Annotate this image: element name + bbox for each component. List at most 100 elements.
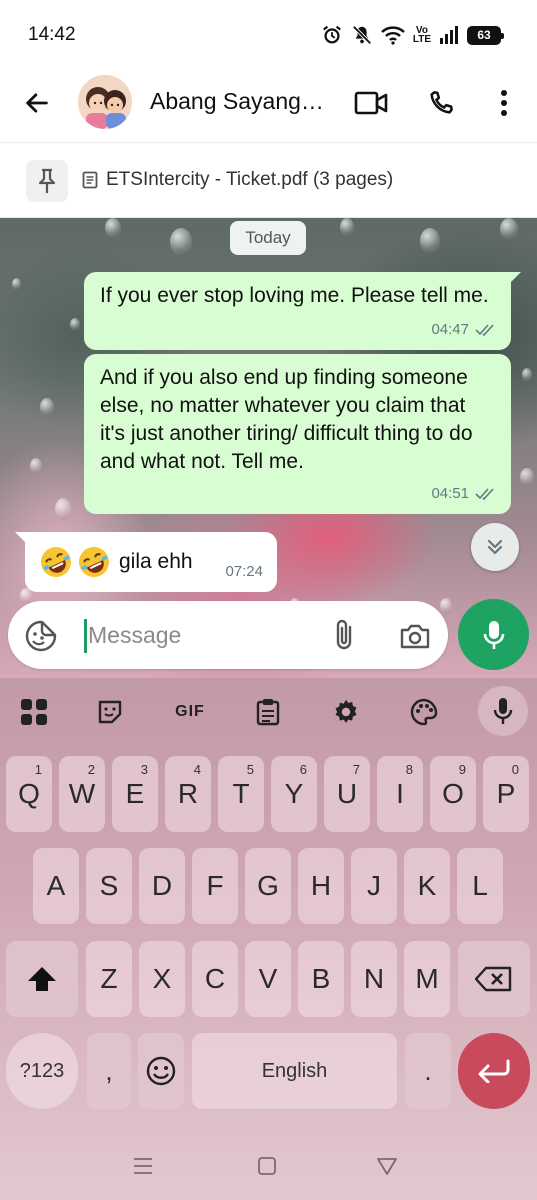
phone-icon (430, 91, 453, 114)
contact-name[interactable]: Abang Sayang… (150, 88, 332, 115)
gif-button[interactable]: GIF (170, 694, 210, 730)
key-i[interactable]: I8 (377, 756, 423, 832)
message-text: And if you also end up finding someone e… (100, 366, 473, 473)
key-n[interactable]: N (351, 941, 397, 1017)
date-chip: Today (230, 221, 306, 255)
key-z[interactable]: Z (86, 941, 132, 1017)
wallpaper-drop (105, 218, 121, 238)
voice-typing-button[interactable] (478, 686, 528, 736)
pinned-message-bar[interactable]: ETSIntercity - Ticket.pdf (3 pages) (0, 142, 537, 218)
key-x[interactable]: X (139, 941, 185, 1017)
key-label: E (125, 778, 145, 809)
key-m[interactable]: M (404, 941, 450, 1017)
key-t[interactable]: T5 (218, 756, 264, 832)
soft-keyboard: GIF Q1W2E3R4T5Y6U7I8O9P0 ASDFGHJKL ZXCVB… (0, 678, 537, 1200)
key-g[interactable]: G (245, 848, 291, 924)
clipboard-button[interactable] (250, 694, 286, 730)
key-label: T (232, 778, 250, 809)
status-time: 14:42 (28, 24, 76, 45)
period-key[interactable]: . (405, 1033, 451, 1109)
sticker-button[interactable] (92, 694, 128, 730)
wallpaper-drop (420, 228, 440, 254)
scroll-to-bottom-button[interactable] (471, 523, 519, 571)
shift-key[interactable] (6, 941, 78, 1017)
back-button[interactable] (20, 86, 54, 120)
backspace-icon (475, 966, 512, 992)
voice-call-button[interactable] (422, 84, 460, 122)
text-caret (84, 619, 87, 653)
key-l[interactable]: L (457, 848, 503, 924)
key-h[interactable]: H (298, 848, 344, 924)
chat-header: Abang Sayang… (0, 66, 537, 142)
message-bubble-outgoing[interactable]: And if you also end up finding someone e… (84, 354, 511, 514)
key-label: U (336, 778, 358, 809)
volte-bottom: LTE (412, 34, 431, 45)
key-k[interactable]: K (404, 848, 450, 924)
emoji-sticker-button[interactable] (24, 619, 58, 653)
key-a[interactable]: A (33, 848, 79, 924)
key-s[interactable]: S (86, 848, 132, 924)
key-b[interactable]: B (298, 941, 344, 1017)
comma-key[interactable]: , (87, 1033, 131, 1109)
wallpaper-drop (170, 228, 192, 256)
pin-icon (26, 160, 68, 202)
camera-icon (400, 624, 430, 649)
message-composer (8, 601, 448, 669)
rolling-laughing-emoji (41, 547, 71, 577)
apps-grid-button[interactable] (16, 694, 52, 730)
avatar[interactable] (78, 75, 132, 129)
apps-grid-icon (21, 699, 47, 725)
message-input[interactable] (88, 615, 318, 655)
enter-key[interactable] (458, 1033, 530, 1109)
camera-button[interactable] (396, 619, 434, 653)
key-f[interactable]: F (192, 848, 238, 924)
wallpaper-drop (40, 398, 54, 416)
double-check-icon (475, 488, 494, 500)
wallpaper-drop (12, 278, 21, 290)
space-key[interactable]: English (192, 1033, 397, 1109)
emoji-key[interactable] (138, 1033, 184, 1109)
symbols-key[interactable]: ?123 (6, 1033, 78, 1109)
document-icon (82, 171, 98, 189)
video-call-button[interactable] (352, 86, 390, 120)
key-c[interactable]: C (192, 941, 238, 1017)
wallpaper-drop (440, 598, 452, 613)
key-d[interactable]: D (139, 848, 185, 924)
key-number-hint: 1 (34, 762, 42, 777)
battery-level: 63 (477, 28, 491, 42)
wallpaper-drop (500, 218, 518, 240)
voice-message-button[interactable] (458, 599, 529, 670)
key-number-hint: 2 (87, 762, 95, 777)
wallpaper-drop (55, 498, 71, 520)
key-j[interactable]: J (351, 848, 397, 924)
back-nav-button[interactable] (372, 1154, 402, 1178)
key-number-hint: 3 (140, 762, 148, 777)
key-p[interactable]: P0 (483, 756, 529, 832)
home-button[interactable] (252, 1154, 282, 1178)
more-options-button[interactable] (490, 84, 518, 122)
key-e[interactable]: E3 (112, 756, 158, 832)
key-q[interactable]: Q1 (6, 756, 52, 832)
status-bar: 14:42 Vo LTE 63 (0, 0, 537, 66)
pinned-content: ETSIntercity - Ticket.pdf (3 pages) (82, 169, 393, 191)
theme-button[interactable] (406, 694, 442, 730)
key-r[interactable]: R4 (165, 756, 211, 832)
key-label: I (396, 778, 404, 809)
back-arrow-icon (26, 93, 48, 113)
attach-button[interactable] (326, 617, 362, 653)
key-number-hint: 8 (405, 762, 413, 777)
key-y[interactable]: Y6 (271, 756, 317, 832)
message-bubble-outgoing[interactable]: If you ever stop loving me. Please tell … (84, 272, 521, 350)
key-u[interactable]: U7 (324, 756, 370, 832)
settings-button[interactable] (328, 694, 364, 730)
recents-button[interactable] (128, 1154, 158, 1178)
backspace-key[interactable] (458, 941, 530, 1017)
key-number-hint: 6 (299, 762, 307, 777)
message-bubble-incoming[interactable]: gila ehh 07:24 (15, 532, 277, 592)
settings-gear-icon (335, 699, 357, 723)
key-v[interactable]: V (245, 941, 291, 1017)
back-triangle-icon (377, 1158, 397, 1175)
key-number-hint: 7 (352, 762, 360, 777)
key-w[interactable]: W2 (59, 756, 105, 832)
key-o[interactable]: O9 (430, 756, 476, 832)
